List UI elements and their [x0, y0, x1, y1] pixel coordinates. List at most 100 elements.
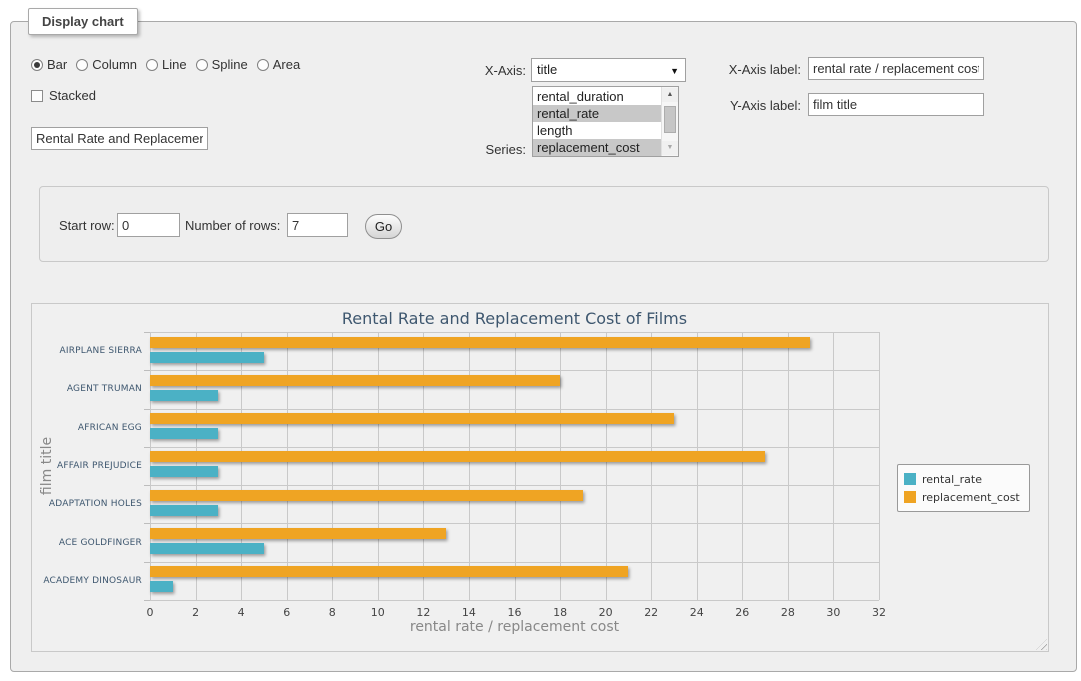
stacked-checkbox[interactable]: [31, 90, 43, 102]
bar-replacement_cost[interactable]: [150, 413, 674, 424]
chevron-down-icon: ▼: [670, 60, 679, 82]
x-tick-label: 2: [192, 606, 199, 619]
x-axis-selected-value: title: [537, 62, 557, 77]
gridline: [150, 370, 879, 371]
number-of-rows-input[interactable]: [287, 213, 348, 237]
series-multiselect[interactable]: rental_durationrental_ratelengthreplacem…: [532, 86, 679, 157]
bar-replacement_cost[interactable]: [150, 375, 560, 386]
bar-rental_rate[interactable]: [150, 505, 218, 516]
radio-label: Line: [162, 57, 187, 72]
scrollbar-thumb[interactable]: [664, 106, 676, 133]
x-tick-label: 32: [872, 606, 886, 619]
x-tick-label: 8: [329, 606, 336, 619]
x-tick-label: 0: [147, 606, 154, 619]
series-list-label: Series:: [441, 142, 526, 157]
chart-type-radio-column[interactable]: Column: [76, 57, 137, 72]
bar-rental_rate[interactable]: [150, 390, 218, 401]
tick-mark: [144, 600, 150, 601]
scroll-down-icon[interactable]: ▼: [662, 141, 678, 155]
gridline: [651, 332, 652, 600]
stacked-checkbox-row: Stacked: [31, 88, 96, 103]
radio-icon[interactable]: [257, 59, 269, 71]
gridline: [833, 332, 834, 600]
start-row-label: Start row:: [59, 218, 115, 233]
radio-label: Area: [273, 57, 300, 72]
legend-label: replacement_cost: [922, 491, 1020, 504]
gridline: [150, 409, 879, 410]
gridline: [287, 332, 288, 600]
series-option-rental_duration[interactable]: rental_duration: [533, 88, 661, 105]
panel-title: Display chart: [28, 8, 138, 35]
gridline: [606, 332, 607, 600]
tick-mark: [144, 485, 150, 486]
legend-swatch: [904, 473, 916, 485]
x-tick-label: 20: [599, 606, 613, 619]
resize-handle-icon[interactable]: [1036, 639, 1047, 650]
bar-replacement_cost[interactable]: [150, 490, 583, 501]
row-controls-box: Start row: Number of rows: Go: [39, 186, 1049, 262]
tick-mark: [144, 332, 150, 333]
x-tick-label: 12: [416, 606, 430, 619]
gridline: [150, 562, 879, 563]
bar-rental_rate[interactable]: [150, 543, 264, 554]
gridline: [332, 332, 333, 600]
x-axis-label-input[interactable]: [808, 57, 984, 80]
chart-type-radio-bar[interactable]: Bar: [31, 57, 67, 72]
x-axis-title: rental rate / replacement cost: [150, 619, 879, 635]
gridline: [150, 600, 879, 601]
legend-item-rental_rate[interactable]: rental_rate: [904, 470, 1020, 488]
x-tick-label: 24: [690, 606, 704, 619]
bar-replacement_cost[interactable]: [150, 528, 446, 539]
bar-replacement_cost[interactable]: [150, 337, 810, 348]
legend-item-replacement_cost[interactable]: replacement_cost: [904, 488, 1020, 506]
tick-mark: [144, 523, 150, 524]
tick-mark: [144, 447, 150, 448]
x-axis-select[interactable]: title ▼: [531, 58, 686, 82]
gridline: [423, 332, 424, 600]
tick-mark: [144, 409, 150, 410]
chart-type-radio-group: Bar Column Line Spline Area: [31, 57, 300, 72]
go-button[interactable]: Go: [365, 214, 402, 239]
bar-rental_rate[interactable]: [150, 428, 218, 439]
legend-label: rental_rate: [922, 473, 982, 486]
gridline: [150, 523, 879, 524]
radio-label: Column: [92, 57, 137, 72]
number-of-rows-label: Number of rows:: [185, 218, 280, 233]
scroll-up-icon[interactable]: ▲: [662, 88, 678, 102]
radio-icon[interactable]: [76, 59, 88, 71]
series-option-replacement_cost[interactable]: replacement_cost: [533, 139, 661, 156]
gridline: [697, 332, 698, 600]
tick-mark: [144, 370, 150, 371]
radio-icon[interactable]: [196, 59, 208, 71]
x-tick-label: 26: [735, 606, 749, 619]
x-tick-label: 14: [462, 606, 476, 619]
chart-type-radio-spline[interactable]: Spline: [196, 57, 248, 72]
x-axis-label-field-label: X-Axis label:: [699, 62, 801, 77]
chart-title-input[interactable]: [31, 127, 208, 150]
gridline: [241, 332, 242, 600]
tick-mark: [144, 562, 150, 563]
gridline: [150, 332, 879, 333]
series-option-length[interactable]: length: [533, 122, 661, 139]
bar-rental_rate[interactable]: [150, 352, 264, 363]
bar-replacement_cost[interactable]: [150, 566, 628, 577]
series-option-rental_rate[interactable]: rental_rate: [533, 105, 661, 122]
chart-type-radio-line[interactable]: Line: [146, 57, 187, 72]
x-tick-label: 18: [553, 606, 567, 619]
start-row-input[interactable]: [117, 213, 180, 237]
radio-label: Bar: [47, 57, 67, 72]
category-label: AFRICAN EGG: [32, 423, 142, 433]
display-chart-panel: Display chart BarColumnLineSplineArea St…: [10, 21, 1077, 672]
y-axis-label-input[interactable]: [808, 93, 984, 116]
category-label: AGENT TRUMAN: [32, 384, 142, 394]
scrollbar[interactable]: ▲ ▼: [661, 87, 678, 156]
radio-icon[interactable]: [31, 59, 43, 71]
x-tick-label: 28: [781, 606, 795, 619]
bar-rental_rate[interactable]: [150, 581, 173, 592]
bar-replacement_cost[interactable]: [150, 451, 765, 462]
x-tick-label: 22: [644, 606, 658, 619]
bar-rental_rate[interactable]: [150, 466, 218, 477]
chart-type-radio-area[interactable]: Area: [257, 57, 300, 72]
radio-icon[interactable]: [146, 59, 158, 71]
gridline: [150, 447, 879, 448]
